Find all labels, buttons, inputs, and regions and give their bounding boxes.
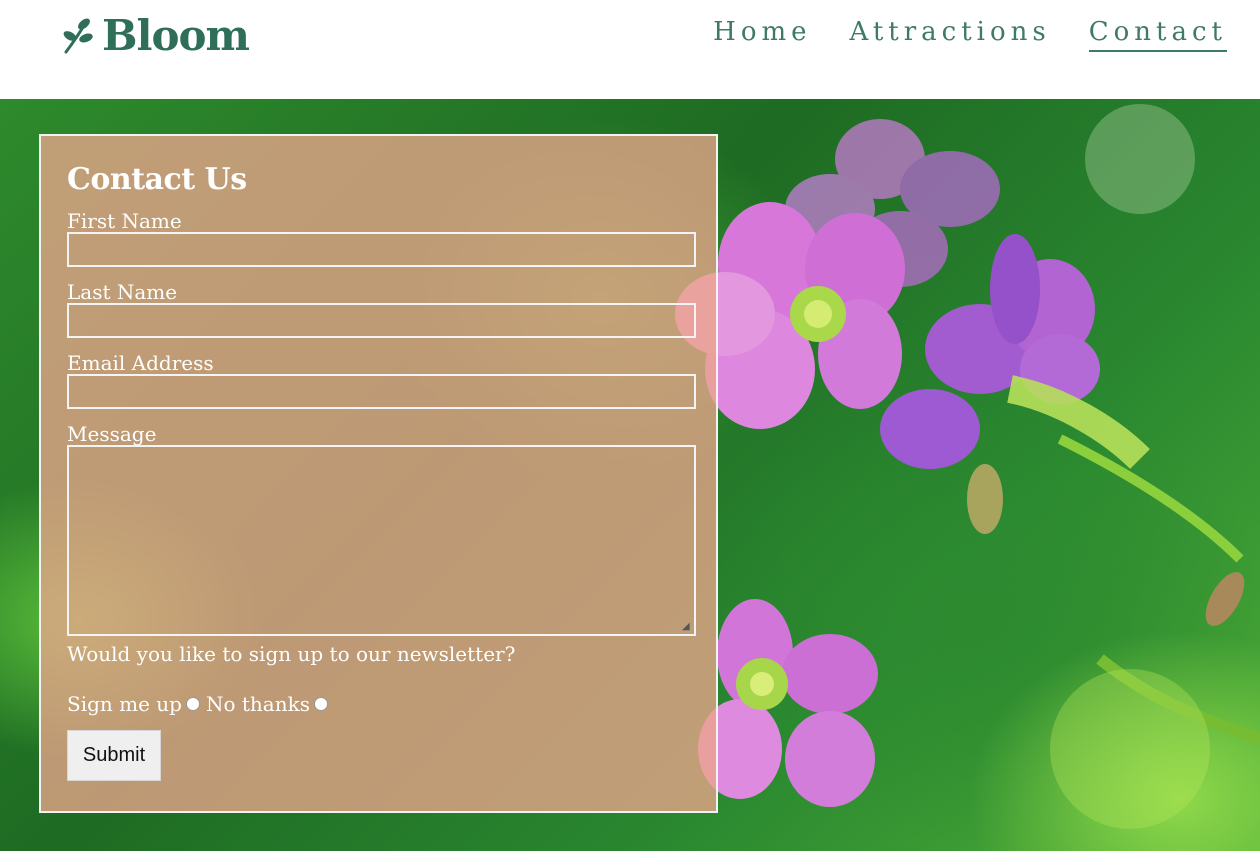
newsletter-question: Would you like to sign up to our newslet… [67, 642, 516, 666]
logo-text: Bloom [102, 11, 250, 60]
form-title: Contact Us [67, 162, 247, 197]
radio-sign-up[interactable] [185, 697, 200, 711]
radio-label-sign-up: Sign me up [67, 692, 182, 716]
message-textarea[interactable]: ◢ [67, 445, 696, 636]
first-name-label: First Name [67, 209, 182, 233]
leaf-sprig-icon [63, 18, 93, 54]
last-name-input[interactable] [67, 303, 696, 338]
radio-no-thanks[interactable] [314, 697, 328, 711]
message-label: Message [67, 422, 157, 446]
resize-grip-icon[interactable]: ◢ [682, 622, 692, 632]
nav-contact[interactable]: Contact [1088, 14, 1227, 52]
main-nav: Home Attractions Contact [713, 14, 1227, 52]
nav-home[interactable]: Home [713, 14, 811, 52]
newsletter-options: Sign me up No thanks [67, 690, 692, 718]
last-name-label: Last Name [67, 280, 178, 304]
nav-attractions[interactable]: Attractions [850, 14, 1051, 52]
submit-button[interactable]: Submit [67, 730, 161, 781]
email-input[interactable] [67, 374, 696, 409]
email-label: Email Address [67, 351, 214, 375]
radio-label-no-thanks: No thanks [205, 692, 310, 716]
logo[interactable]: Bloom [62, 11, 250, 60]
site-header: Bloom Home Attractions Contact [0, 0, 1260, 99]
first-name-input[interactable] [67, 232, 696, 267]
contact-form: Contact Us First Name Last Name Email Ad… [39, 134, 718, 813]
